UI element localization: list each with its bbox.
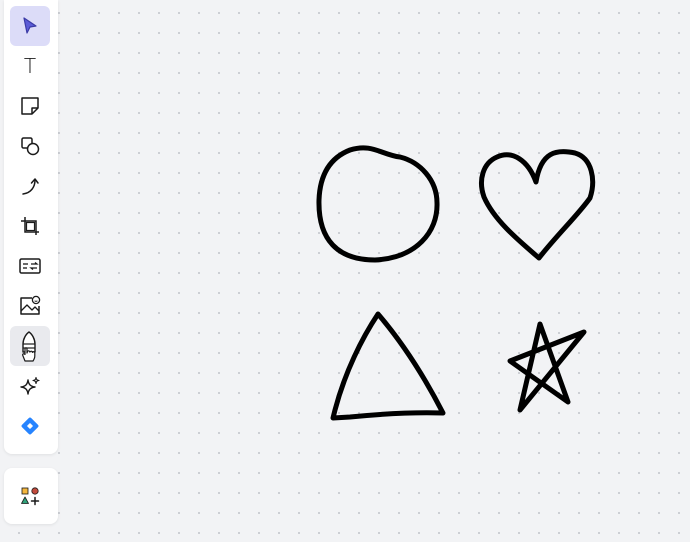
jira-icon: [21, 417, 39, 435]
apps-icon: [21, 487, 40, 506]
shapes-icon: [21, 137, 40, 156]
drawings-layer[interactable]: [0, 0, 690, 542]
shapes-tool-button[interactable]: [10, 126, 50, 166]
ai-tool-button[interactable]: [10, 366, 50, 406]
frame-icon: [21, 217, 39, 235]
triangle-drawing[interactable]: [330, 311, 446, 421]
card-icon: [19, 258, 41, 274]
text-tool-button[interactable]: T: [10, 46, 50, 86]
upload-tool-button[interactable]: [10, 286, 50, 326]
select-tool-button[interactable]: [10, 6, 50, 46]
whiteboard-canvas[interactable]: [0, 0, 690, 542]
pointer-icon: [23, 17, 37, 34]
image-upload-icon: [20, 295, 41, 315]
sticky-note-tool-button[interactable]: [10, 86, 50, 126]
circle-drawing[interactable]: [316, 145, 440, 263]
apps-panel: [4, 468, 58, 524]
heart-drawing[interactable]: [479, 149, 596, 261]
arrow-curve-icon: [22, 178, 39, 195]
apps-button[interactable]: [10, 476, 50, 516]
sparkle-icon: [20, 376, 40, 395]
card-tool-button[interactable]: [10, 246, 50, 286]
connection-line-tool-button[interactable]: [10, 166, 50, 206]
jira-tool-button[interactable]: [10, 406, 50, 446]
pen-icon: [22, 331, 36, 362]
sticky-note-icon: [21, 97, 39, 115]
pen-tool-button[interactable]: [10, 326, 50, 366]
toolbar: T: [4, 0, 58, 454]
text-icon: T: [23, 54, 37, 78]
star-drawing[interactable]: [507, 321, 587, 413]
frame-tool-button[interactable]: [10, 206, 50, 246]
